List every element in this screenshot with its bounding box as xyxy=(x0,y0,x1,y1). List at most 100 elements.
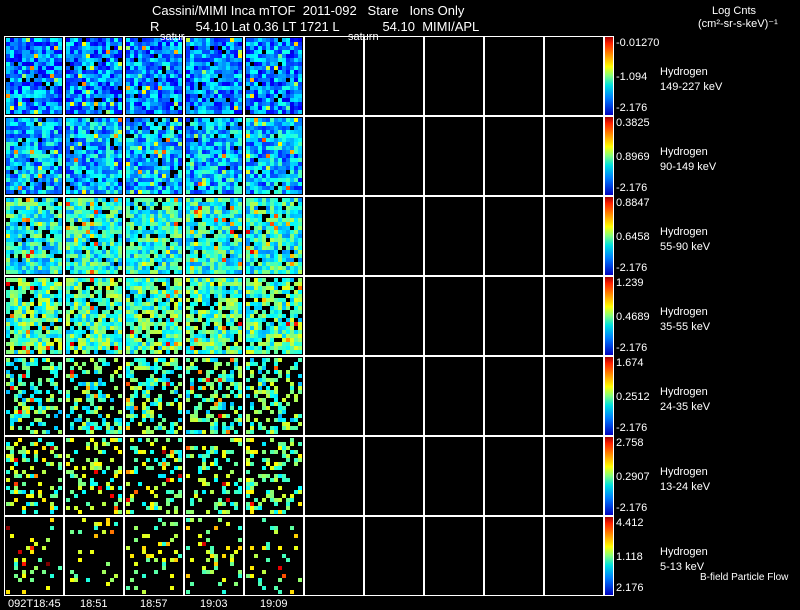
pixel xyxy=(274,350,278,354)
pixel xyxy=(166,270,170,274)
pixel xyxy=(266,350,270,354)
pixel xyxy=(206,322,210,326)
pixel xyxy=(42,422,46,426)
pixel xyxy=(98,110,102,114)
pixel xyxy=(118,350,122,354)
image-cell xyxy=(484,36,544,116)
image-cell xyxy=(4,36,64,116)
pixel xyxy=(50,398,54,402)
pixel xyxy=(6,390,10,394)
pixel xyxy=(266,190,270,194)
image-cell xyxy=(364,116,424,196)
pixel xyxy=(298,110,302,114)
image-cell xyxy=(484,116,544,196)
image-cell xyxy=(544,116,604,196)
pixel xyxy=(118,174,122,178)
pixel xyxy=(178,110,182,114)
image-cell xyxy=(244,116,304,196)
pixel xyxy=(58,310,62,314)
pixel xyxy=(178,258,182,262)
image-cell xyxy=(124,276,184,356)
image-cell xyxy=(544,36,604,116)
pixel xyxy=(238,226,242,230)
pixel xyxy=(94,350,98,354)
pixel xyxy=(238,338,242,342)
image-cell xyxy=(124,196,184,276)
pixel xyxy=(174,350,178,354)
pixel xyxy=(42,350,46,354)
pixel xyxy=(38,382,42,386)
pixel xyxy=(86,350,90,354)
pixel xyxy=(238,294,242,298)
pixel xyxy=(238,350,242,354)
pixel xyxy=(18,418,22,422)
image-cell xyxy=(4,356,64,436)
pixel xyxy=(154,202,158,206)
image-cell xyxy=(64,116,124,196)
pixel xyxy=(238,178,242,182)
image-cell xyxy=(64,196,124,276)
pixel xyxy=(10,426,14,430)
image-cell xyxy=(304,36,364,116)
pixel xyxy=(178,270,182,274)
image-cell xyxy=(364,276,424,356)
pixel xyxy=(166,350,170,354)
image-cell xyxy=(244,276,304,356)
pixel xyxy=(58,318,62,322)
image-cell xyxy=(364,36,424,116)
image-cell xyxy=(304,196,364,276)
pixel xyxy=(118,210,122,214)
pixel xyxy=(118,110,122,114)
pixel xyxy=(26,414,30,418)
image-cell xyxy=(544,196,604,276)
pixel xyxy=(58,110,62,114)
pixel xyxy=(158,350,162,354)
image-cell xyxy=(424,116,484,196)
pixel xyxy=(134,350,138,354)
pixel xyxy=(38,390,42,394)
pixel xyxy=(14,366,18,370)
pixel xyxy=(58,410,62,414)
image-cell xyxy=(64,276,124,356)
pixel xyxy=(298,350,302,354)
pixel xyxy=(22,382,26,386)
pixel xyxy=(54,414,58,418)
image-cell xyxy=(64,36,124,116)
pixel xyxy=(58,190,62,194)
pixel xyxy=(58,350,62,354)
pixel xyxy=(54,374,58,378)
pixel xyxy=(58,250,62,254)
units-line-2: (cm²-sr-s-keV)⁻¹ xyxy=(698,18,778,30)
pixel xyxy=(66,350,70,354)
image-cell xyxy=(4,116,64,196)
pixel xyxy=(178,218,182,222)
pixel xyxy=(58,270,62,274)
pixel xyxy=(34,362,38,366)
pixel xyxy=(142,350,146,354)
pixel xyxy=(26,374,30,378)
image-cell xyxy=(484,276,544,356)
image-cell xyxy=(544,276,604,356)
pixel xyxy=(298,310,302,314)
pixel xyxy=(238,314,242,318)
image-cell xyxy=(244,36,304,116)
pixel xyxy=(238,190,242,194)
image-cell xyxy=(244,196,304,276)
pixel xyxy=(238,270,242,274)
pixel xyxy=(298,190,302,194)
pixel xyxy=(58,390,62,394)
pixel xyxy=(118,82,122,86)
pixel xyxy=(210,190,214,194)
pixel xyxy=(114,270,118,274)
image-cell xyxy=(184,36,244,116)
pixel xyxy=(238,110,242,114)
pixel xyxy=(178,190,182,194)
pixel xyxy=(118,54,122,58)
pixel xyxy=(18,426,22,430)
pixel xyxy=(58,302,62,306)
pixel xyxy=(58,398,62,402)
pixel xyxy=(118,266,122,270)
pixel xyxy=(118,278,122,282)
pixel xyxy=(10,190,14,194)
image-cell xyxy=(4,196,64,276)
